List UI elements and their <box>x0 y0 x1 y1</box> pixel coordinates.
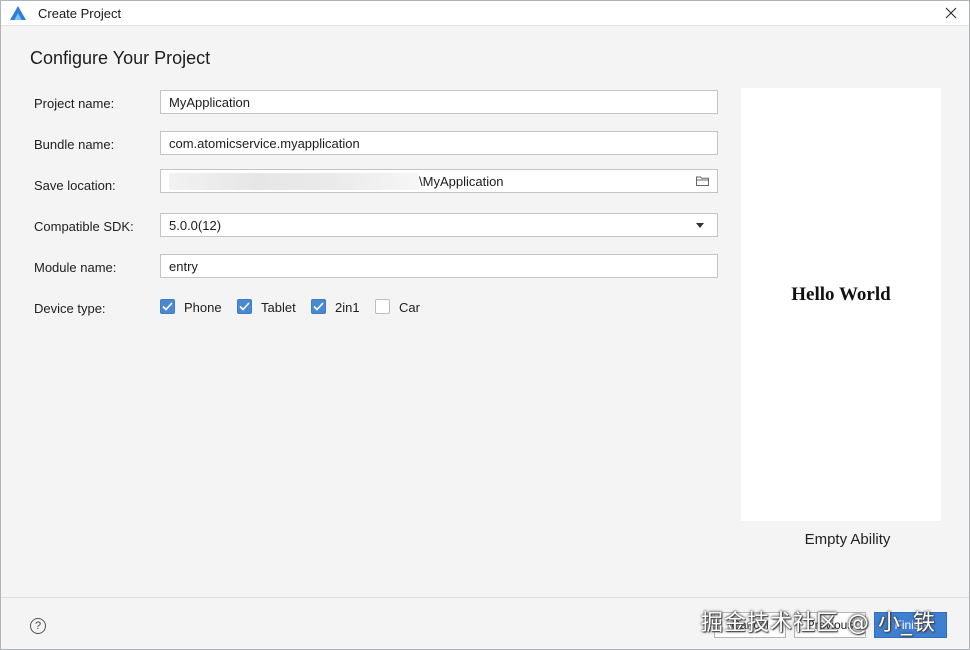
project-name-input[interactable]: MyApplication <box>160 90 718 114</box>
preview-hello-text: Hello World <box>791 284 891 305</box>
car-label[interactable]: Car <box>399 300 420 315</box>
phone-checkbox[interactable] <box>160 299 175 314</box>
project-name-value: MyApplication <box>169 95 250 110</box>
car-checkbox[interactable] <box>375 299 390 314</box>
close-icon <box>945 7 957 19</box>
folder-icon[interactable] <box>696 175 709 187</box>
checkmark-icon <box>162 302 173 311</box>
watermark-text: 掘金技术社区 @ 小_铁 <box>701 611 936 636</box>
title-bar: Create Project <box>1 1 969 26</box>
template-preview: Hello World <box>741 88 941 521</box>
bundle-name-input[interactable]: com.atomicservice.myapplication <box>160 131 718 155</box>
compatible-sdk-label: Compatible SDK: <box>34 219 134 234</box>
compatible-sdk-select[interactable]: 5.0.0(12) <box>160 213 718 237</box>
chevron-down-icon <box>696 223 704 228</box>
device-type-label: Device type: <box>34 301 106 316</box>
2in1-label[interactable]: 2in1 <box>335 300 360 315</box>
module-name-label: Module name: <box>34 260 117 275</box>
save-location-label: Save location: <box>34 178 116 193</box>
phone-label[interactable]: Phone <box>184 300 222 315</box>
deveco-logo-icon <box>9 5 27 21</box>
bundle-name-label: Bundle name: <box>34 137 115 152</box>
project-name-label: Project name: <box>34 96 115 111</box>
page-heading: Configure Your Project <box>30 48 211 68</box>
module-name-value: entry <box>169 259 198 274</box>
tablet-checkbox[interactable] <box>237 299 252 314</box>
module-name-input[interactable]: entry <box>160 254 718 278</box>
tablet-label[interactable]: Tablet <box>261 300 296 315</box>
template-name: Empty Ability <box>804 531 891 548</box>
blurred-path <box>169 173 419 190</box>
window-title: Create Project <box>38 6 122 21</box>
help-icon[interactable]: ? <box>30 618 46 634</box>
checkmark-icon <box>313 302 324 311</box>
close-button[interactable] <box>933 1 969 25</box>
2in1-checkbox[interactable] <box>311 299 326 314</box>
save-location-input[interactable]: \MyApplication <box>160 169 718 193</box>
bundle-name-value: com.atomicservice.myapplication <box>169 136 360 151</box>
create-project-dialog: Create Project Configure Your Project Pr… <box>0 0 970 650</box>
compatible-sdk-value: 5.0.0(12) <box>169 218 222 233</box>
save-location-value: \MyApplication <box>419 174 504 189</box>
checkmark-icon <box>239 302 250 311</box>
